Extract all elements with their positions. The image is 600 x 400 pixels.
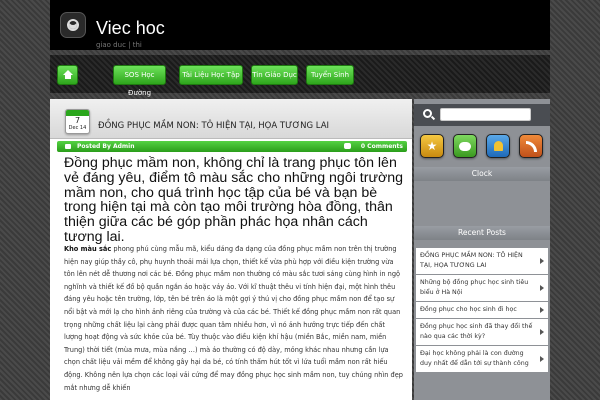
clock-widget: [414, 181, 550, 221]
site-logo-icon[interactable]: [60, 12, 86, 38]
star-icon[interactable]: ★: [420, 134, 444, 158]
nav-item-tin-giao-duc[interactable]: Tin Giáo Dục: [251, 65, 298, 85]
recent-post-item[interactable]: Đồng phục cho học sinh đi học: [416, 302, 548, 318]
nav-item-sos-hoc-duong[interactable]: SOS Học Đường: [113, 65, 166, 97]
post-body-text: phong phú cùng mẫu mã, kiểu dáng đa dạng…: [64, 245, 403, 392]
nav-home-button[interactable]: [57, 65, 78, 85]
author-icon: [65, 144, 71, 149]
recent-posts-title: Recent Posts: [414, 226, 550, 240]
chevron-right-icon: [540, 258, 544, 264]
post-comments-link[interactable]: 0 Comments: [361, 141, 403, 152]
nav-item-tuyen-sinh[interactable]: Tuyển Sinh: [306, 65, 354, 85]
recent-post-item[interactable]: Đại học không phải là con đường duy nhất…: [416, 346, 548, 372]
post-title[interactable]: ĐỒNG PHỤC MẦM NON: TÔ HIỆN TẠI, HỌA TƯƠN…: [98, 121, 329, 131]
rss-icon[interactable]: [519, 134, 543, 158]
site-title[interactable]: Viec hoc: [96, 18, 165, 38]
site-description: giao duc | thi: [96, 41, 142, 49]
chevron-right-icon: [540, 329, 544, 335]
comments-icon: [344, 143, 351, 149]
clock-widget-title: Clock: [414, 167, 550, 181]
post-header: [50, 99, 412, 139]
chat-icon[interactable]: [453, 134, 477, 158]
post-date-day: 7: [74, 116, 81, 125]
post-body-strong: Kho màu sắc: [64, 245, 112, 253]
post-meta-bar: Posted By Admin 0 Comments: [57, 141, 407, 152]
post-date-month: Dec 14: [68, 125, 87, 131]
post-body: Kho màu sắc phong phú cùng mẫu mã, kiểu …: [64, 243, 404, 394]
recent-post-item[interactable]: Những bộ đồng phục học sinh tiêu biểu ở …: [416, 275, 548, 301]
chevron-right-icon: [540, 356, 544, 362]
search-icon: [423, 109, 432, 118]
chevron-right-icon: [540, 285, 544, 291]
search-input[interactable]: [440, 108, 531, 121]
nav-item-tai-lieu-hoc-tap[interactable]: Tài Liệu Học Tập: [179, 65, 243, 85]
post-lede: Đồng phục mầm non, không chỉ là trang ph…: [64, 155, 404, 245]
site-header: Viec hoc giao duc | thi: [50, 0, 550, 50]
chevron-right-icon: [540, 307, 544, 313]
bell-icon[interactable]: [486, 134, 510, 158]
recent-post-item[interactable]: Đồng phục học sinh đã thay đổi thế nào q…: [416, 319, 548, 345]
recent-posts-list: ĐỒNG PHỤC MẦM NON: TÔ HIỆN TẠI, HỌA TƯƠN…: [416, 248, 548, 373]
home-icon: [63, 70, 73, 79]
recent-post-item[interactable]: ĐỒNG PHỤC MẦM NON: TÔ HIỆN TẠI, HỌA TƯƠN…: [416, 248, 548, 274]
calendar-icon: 7 Dec 14: [65, 109, 90, 134]
post-author[interactable]: Posted By Admin: [77, 141, 135, 152]
